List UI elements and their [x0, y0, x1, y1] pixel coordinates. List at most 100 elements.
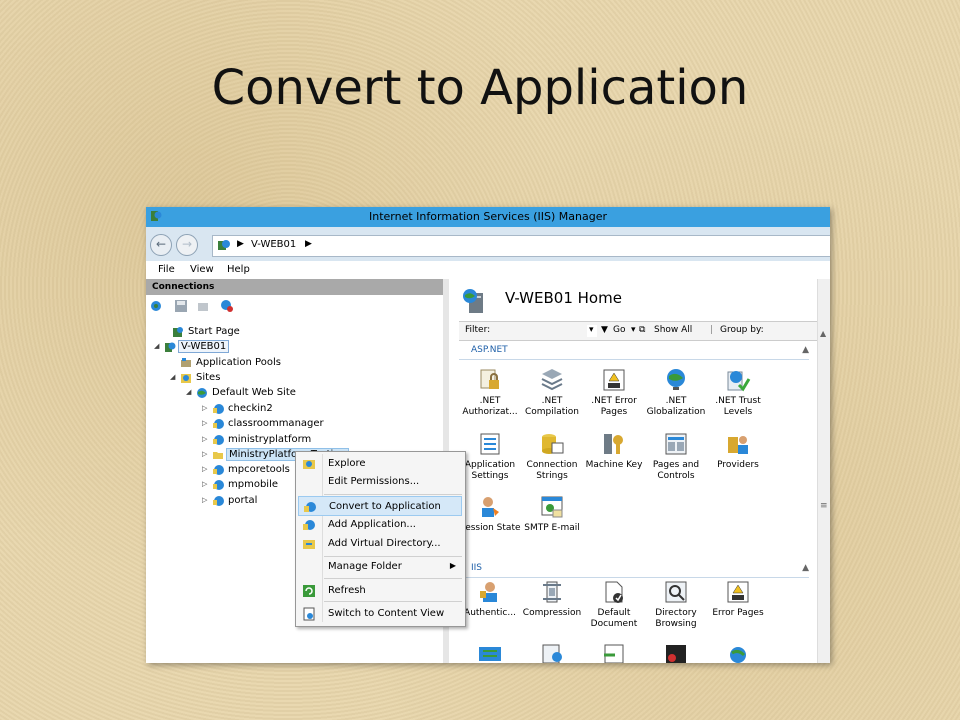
iis-manager-window: Internet Information Services (IIS) Mana…: [146, 207, 830, 663]
tree-label: ministryplatform: [228, 434, 312, 445]
key-icon: [604, 434, 623, 454]
scroll-up-icon[interactable]: ▲: [820, 329, 826, 338]
app-icon: [213, 404, 224, 414]
vertical-scrollbar[interactable]: ▲ ≡: [817, 279, 830, 663]
feature-label: Directory Browsing: [655, 608, 697, 629]
menu-view[interactable]: View: [190, 264, 214, 275]
menu-item-switch-to-content-view[interactable]: Switch to Content View: [298, 604, 462, 624]
collapse-arrow-icon[interactable]: ◢: [170, 373, 175, 381]
tree-label: classroommanager: [228, 418, 324, 429]
feature-label: Default Document: [590, 608, 638, 629]
feature-compression[interactable]: Compression: [521, 579, 583, 641]
feature-icon-partial[interactable]: [539, 643, 565, 663]
connections-header: Connections: [146, 279, 443, 295]
convert-icon: [304, 502, 316, 512]
email-icon: [541, 496, 563, 518]
feature-label: Machine Key: [585, 460, 643, 470]
feature-default-document[interactable]: Default Document: [583, 579, 645, 641]
menu-label: Add Application...: [328, 519, 416, 530]
feature-net-trust-levels[interactable]: .NET Trust Levels: [707, 367, 769, 429]
menu-label: Convert to Application: [329, 501, 441, 512]
show-all-button[interactable]: Show All: [654, 325, 692, 335]
chevron-down-icon[interactable]: ▾: [631, 325, 636, 335]
go-button[interactable]: Go: [613, 325, 625, 335]
feature-pages-and-controls[interactable]: Pages and Controls: [645, 431, 707, 493]
feature-label: Session State: [459, 523, 521, 533]
menu-item-explore[interactable]: Explore: [298, 454, 462, 474]
feature-icon-partial[interactable]: [663, 643, 689, 663]
collapse-arrow-icon[interactable]: ◢: [154, 342, 159, 350]
feature-providers[interactable]: Providers: [707, 431, 769, 493]
group-name: ASP.NET: [471, 345, 508, 355]
feature-label: Authentic...: [464, 608, 516, 618]
chevron-up-icon[interactable]: ▲: [802, 345, 809, 355]
feature-net-globalization[interactable]: .NET Globalization: [645, 367, 707, 429]
collapse-arrow-icon[interactable]: ◢: [186, 388, 191, 396]
lock-icon: [480, 369, 499, 389]
forward-arrow-icon: →: [181, 237, 193, 251]
feature-icon-partial[interactable]: [725, 643, 751, 663]
expand-arrow-icon[interactable]: ▷: [202, 404, 207, 412]
tree-label: mpmobile: [228, 479, 279, 490]
feature-machine-key[interactable]: Machine Key: [583, 431, 645, 493]
menu-help[interactable]: Help: [227, 264, 250, 275]
feature-net-compilation[interactable]: .NET Compilation: [521, 367, 583, 429]
tree-label: Start Page: [188, 326, 240, 337]
chevron-up-icon[interactable]: ▲: [802, 563, 809, 573]
menu-item-manage-folder[interactable]: Manage Folder ▶: [298, 557, 462, 577]
feature-session-state[interactable]: Session State: [459, 494, 521, 556]
window-titlebar: Internet Information Services (IIS) Mana…: [146, 207, 830, 227]
feature-icon-partial[interactable]: [601, 643, 627, 663]
menu-item-edit-permissions[interactable]: Edit Permissions...: [298, 472, 462, 492]
settings-list-icon: [480, 433, 500, 455]
forward-button[interactable]: →: [176, 234, 198, 256]
feature-label: Compression: [522, 608, 582, 618]
feature-label: .NET Trust Levels: [715, 396, 761, 417]
menu-item-convert-to-application[interactable]: Convert to Application: [298, 496, 462, 516]
funnel-icon: ▼: [601, 325, 608, 335]
feature-directory-browsing[interactable]: Directory Browsing: [645, 579, 707, 641]
chevron-down-icon[interactable]: ▾: [589, 325, 594, 335]
compile-icon: [541, 369, 563, 391]
back-arrow-icon: ←: [155, 237, 167, 251]
up-icon[interactable]: [196, 299, 210, 313]
expand-arrow-icon[interactable]: ▷: [202, 419, 207, 427]
back-button[interactable]: ←: [150, 234, 172, 256]
menu-item-refresh[interactable]: Refresh: [298, 581, 462, 601]
connect-icon[interactable]: [150, 299, 164, 313]
menu-item-add-virtual-directory[interactable]: Add Virtual Directory...: [298, 534, 462, 554]
delete-connection-icon[interactable]: [220, 299, 234, 313]
tree-label: portal: [228, 495, 258, 506]
address-path[interactable]: ▶ V-WEB01 ▶: [212, 235, 830, 257]
feature-smtp-email[interactable]: SMTP E-mail: [521, 494, 583, 556]
expand-arrow-icon[interactable]: ▷: [202, 450, 207, 458]
breadcrumb-server[interactable]: V-WEB01: [251, 239, 296, 250]
expand-arrow-icon[interactable]: ▷: [202, 496, 207, 504]
feature-error-pages[interactable]: Error Pages: [707, 579, 769, 641]
feature-label: Error Pages: [712, 608, 764, 618]
menu-file[interactable]: File: [158, 264, 175, 275]
server-icon: [218, 240, 230, 250]
chevron-right-icon[interactable]: ▶: [305, 239, 312, 249]
feature-net-error-pages[interactable]: .NET Error Pages: [583, 367, 645, 429]
scroll-grip-icon[interactable]: ≡: [820, 501, 828, 511]
group-by-label[interactable]: Group by:: [720, 325, 764, 335]
feature-application-settings[interactable]: Application Settings: [459, 431, 521, 493]
server-icon: [165, 342, 176, 352]
expand-arrow-icon[interactable]: ▷: [202, 465, 207, 473]
page-title: V-WEB01 Home: [505, 289, 622, 307]
expand-arrow-icon[interactable]: ▷: [202, 435, 207, 443]
group-header-aspnet[interactable]: ASP.NET ▲: [459, 345, 809, 360]
feature-icon-partial[interactable]: [477, 643, 503, 663]
home-pane: V-WEB01 Home Filter: ▾ ▼ Go ▾ ⧉ Show All…: [449, 279, 830, 663]
feature-connection-strings[interactable]: Connection Strings: [521, 431, 583, 493]
feature-authentication[interactable]: Authentic...: [459, 579, 521, 641]
group-header-iis[interactable]: IIS ▲: [459, 563, 809, 578]
menu-separator: [324, 494, 462, 495]
save-icon[interactable]: [174, 299, 188, 313]
feature-net-authorization[interactable]: .NET Authorizat...: [459, 367, 521, 429]
menu-item-add-application[interactable]: Add Application...: [298, 515, 462, 535]
chevron-right-icon[interactable]: ▶: [237, 239, 244, 249]
add-vdir-icon: [303, 540, 315, 549]
expand-arrow-icon[interactable]: ▷: [202, 480, 207, 488]
